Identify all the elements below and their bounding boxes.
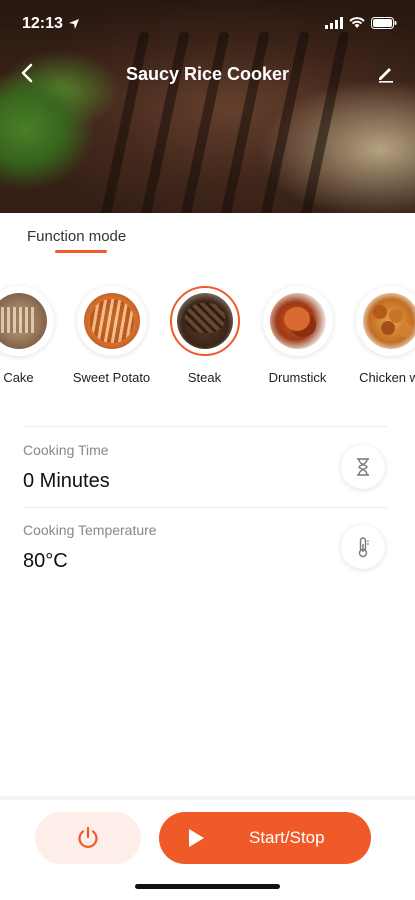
- home-indicator[interactable]: [135, 884, 280, 889]
- location-arrow-icon: [68, 17, 80, 35]
- mode-label: Chicken wi: [359, 370, 415, 385]
- sweet-potato-image: [83, 293, 140, 349]
- divider: [23, 426, 387, 427]
- thermometer-icon: [358, 537, 369, 558]
- cooking-temperature-row: Cooking Temperature 80°C: [23, 522, 157, 573]
- cake-image: [0, 293, 47, 349]
- page-title: Saucy Rice Cooker: [125, 64, 290, 84]
- mode-label: Drumstick: [268, 370, 327, 385]
- cooking-time-row: Cooking Time 0 Minutes: [23, 442, 110, 493]
- mode-label: Sweet Potato: [72, 370, 151, 385]
- hourglass-icon: [357, 458, 369, 476]
- mode-sweet-potato[interactable]: Sweet Potato: [65, 286, 158, 385]
- signal-icon: [325, 16, 343, 34]
- wifi-icon: [349, 16, 365, 34]
- mode-label: Cake: [3, 370, 34, 385]
- tab-underline: [55, 250, 107, 253]
- mode-steak[interactable]: Steak: [158, 286, 251, 385]
- nav-bar: Saucy Rice Cooker: [0, 52, 415, 96]
- chicken-wings-image: [362, 293, 415, 349]
- divider: [23, 507, 387, 508]
- mode-chicken-wings[interactable]: Chicken wi: [344, 286, 415, 385]
- cooking-temperature-label: Cooking Temperature: [23, 522, 157, 538]
- pencil-icon: [379, 68, 393, 83]
- tab-function-mode[interactable]: Function mode: [27, 228, 126, 245]
- start-stop-label: Start/Stop: [249, 828, 325, 847]
- drumstick-image: [269, 293, 326, 349]
- cooking-time-button[interactable]: [341, 445, 385, 489]
- status-bar: 12:13: [0, 0, 415, 48]
- cooking-temperature-button[interactable]: [341, 525, 385, 569]
- cooking-temperature-value: 80°C: [23, 550, 68, 572]
- edit-button[interactable]: [371, 58, 401, 88]
- status-time: 12:13: [22, 15, 63, 32]
- mode-label: Steak: [187, 370, 222, 385]
- power-button[interactable]: [35, 812, 141, 864]
- play-icon: [189, 829, 204, 847]
- mode-carousel[interactable]: Cake Sweet Potato Steak Drumstick Chicke…: [0, 286, 415, 385]
- start-stop-button[interactable]: Start/Stop: [159, 812, 371, 864]
- bottom-separator: [0, 796, 415, 800]
- cooking-time-value: 0 Minutes: [23, 470, 110, 492]
- battery-icon: [371, 16, 397, 34]
- cooking-time-label: Cooking Time: [23, 442, 109, 458]
- power-icon: [78, 826, 98, 848]
- mode-cake[interactable]: Cake: [0, 286, 65, 385]
- mode-drumstick[interactable]: Drumstick: [251, 286, 344, 385]
- steak-image: [176, 293, 233, 349]
